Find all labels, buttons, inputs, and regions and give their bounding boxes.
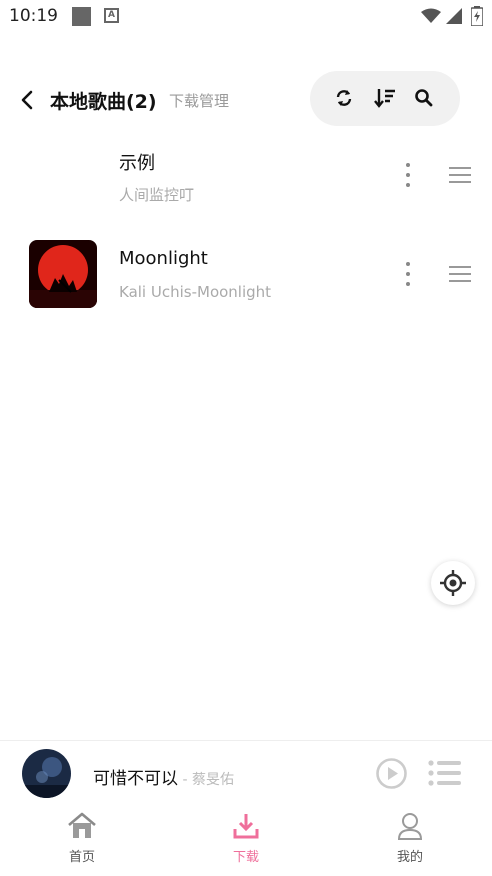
play-icon (376, 758, 407, 789)
now-playing-artist: - 蔡旻佑 (178, 772, 234, 788)
sort-icon (374, 89, 395, 108)
song-row[interactable]: 示例 人间监控叮 (0, 138, 492, 233)
locate-icon (440, 570, 466, 596)
more-options-button[interactable] (398, 258, 418, 290)
back-icon[interactable] (16, 88, 40, 112)
now-playing-song: 可惜不可以 (93, 769, 178, 789)
drag-handle[interactable] (449, 167, 471, 183)
now-playing-cover[interactable] (22, 749, 71, 798)
song-title: 示例 (119, 153, 155, 174)
status-time: 10:19 (9, 6, 58, 26)
nav-home[interactable]: 首页 (32, 812, 132, 876)
playlist-icon (428, 760, 461, 786)
download-icon (233, 814, 259, 839)
song-subtitle: Kali Uchis-Moonlight (119, 283, 272, 301)
song-title: Moonlight (119, 248, 208, 269)
drag-handle[interactable] (449, 266, 471, 282)
locate-current-button[interactable] (431, 561, 475, 605)
nav-home-label: 首页 (68, 850, 95, 865)
more-options-button[interactable] (398, 159, 418, 191)
page-title: 本地歌曲(2) (50, 91, 157, 113)
refresh-button[interactable] (330, 84, 358, 112)
sort-button[interactable] (371, 84, 399, 112)
search-icon (415, 89, 433, 107)
song-subtitle: 人间监控叮 (119, 186, 195, 204)
signal-icon (446, 8, 462, 24)
status-bar: 10:19 A (0, 0, 492, 34)
refresh-icon (336, 90, 352, 106)
a-icon: A (104, 8, 119, 23)
album-cover (29, 240, 97, 308)
now-playing-title: 可惜不可以 - 蔡旻佑 (93, 764, 234, 789)
nav-profile-label: 我的 (396, 850, 423, 865)
search-button[interactable] (410, 84, 438, 112)
battery-icon (471, 6, 483, 26)
download-manager-link[interactable]: 下载管理 (169, 90, 229, 111)
nav-download-label: 下载 (232, 850, 259, 865)
user-icon (397, 813, 423, 840)
play-button[interactable] (376, 758, 407, 789)
wifi-icon (421, 8, 441, 23)
nav-download[interactable]: 下载 (196, 812, 296, 876)
home-icon (68, 812, 96, 838)
playlist-button[interactable] (428, 760, 461, 786)
notification-square-icon (72, 7, 91, 26)
nav-profile[interactable]: 我的 (360, 812, 460, 876)
mini-player[interactable] (0, 740, 492, 809)
